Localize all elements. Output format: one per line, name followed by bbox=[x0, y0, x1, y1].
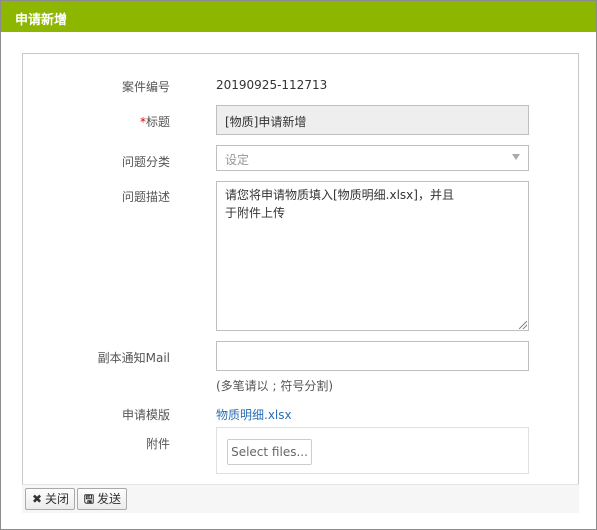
case-number-value: 20190925-112713 bbox=[216, 78, 328, 92]
template-download-link[interactable]: 物质明细.xlsx bbox=[216, 406, 292, 423]
close-button-label: 关闭 bbox=[45, 492, 70, 506]
attachment-dropzone[interactable]: Select files... bbox=[216, 427, 529, 474]
cc-mail-input[interactable] bbox=[216, 341, 529, 371]
close-icon: ✖ bbox=[31, 492, 43, 506]
title-label-text: 标题 bbox=[145, 115, 170, 129]
description-textarea[interactable]: 请您将申请物质填入[物质明细.xlsx]，并且于附件上传 bbox=[216, 181, 529, 331]
form-panel: 案件编号 20190925-112713 *标题 [物质]申请新增 问题分类 设… bbox=[22, 53, 579, 513]
send-button-label: 发送 bbox=[97, 492, 122, 506]
template-label: 申请模版 bbox=[121, 408, 170, 422]
dialog-title: 申请新增 bbox=[15, 13, 68, 28]
cc-mail-label: 副本通知Mail bbox=[97, 351, 170, 365]
close-button[interactable]: ✖ 关闭 bbox=[25, 488, 76, 510]
save-icon: 🖫 bbox=[83, 492, 95, 506]
attachment-label: 附件 bbox=[145, 437, 170, 451]
case-number-label: 案件编号 bbox=[121, 80, 170, 94]
chevron-down-icon bbox=[512, 154, 520, 160]
select-files-button[interactable]: Select files... bbox=[227, 439, 312, 465]
title-input-value: [物质]申请新增 bbox=[225, 115, 307, 129]
category-select[interactable]: 设定 bbox=[216, 145, 529, 171]
footer-toolbar: ✖ 关闭 🖫 发送 bbox=[22, 484, 579, 513]
title-label: *标题 bbox=[140, 113, 170, 130]
title-bar: 申请新增 bbox=[1, 1, 596, 32]
cc-mail-hint: (多笔请以 ; 符号分割) bbox=[216, 379, 334, 393]
send-button[interactable]: 🖫 发送 bbox=[77, 488, 128, 510]
resize-grip-icon[interactable] bbox=[519, 321, 527, 329]
description-text: 请您将申请物质填入[物质明细.xlsx]，并且于附件上传 bbox=[225, 188, 454, 220]
dialog-window: 申请新增 案件编号 20190925-112713 *标题 [物质]申请新增 问… bbox=[0, 0, 597, 530]
category-label: 问题分类 bbox=[121, 155, 170, 169]
category-select-value: 设定 bbox=[225, 153, 250, 167]
title-input[interactable]: [物质]申请新增 bbox=[216, 105, 529, 135]
description-label: 问题描述 bbox=[121, 190, 170, 204]
